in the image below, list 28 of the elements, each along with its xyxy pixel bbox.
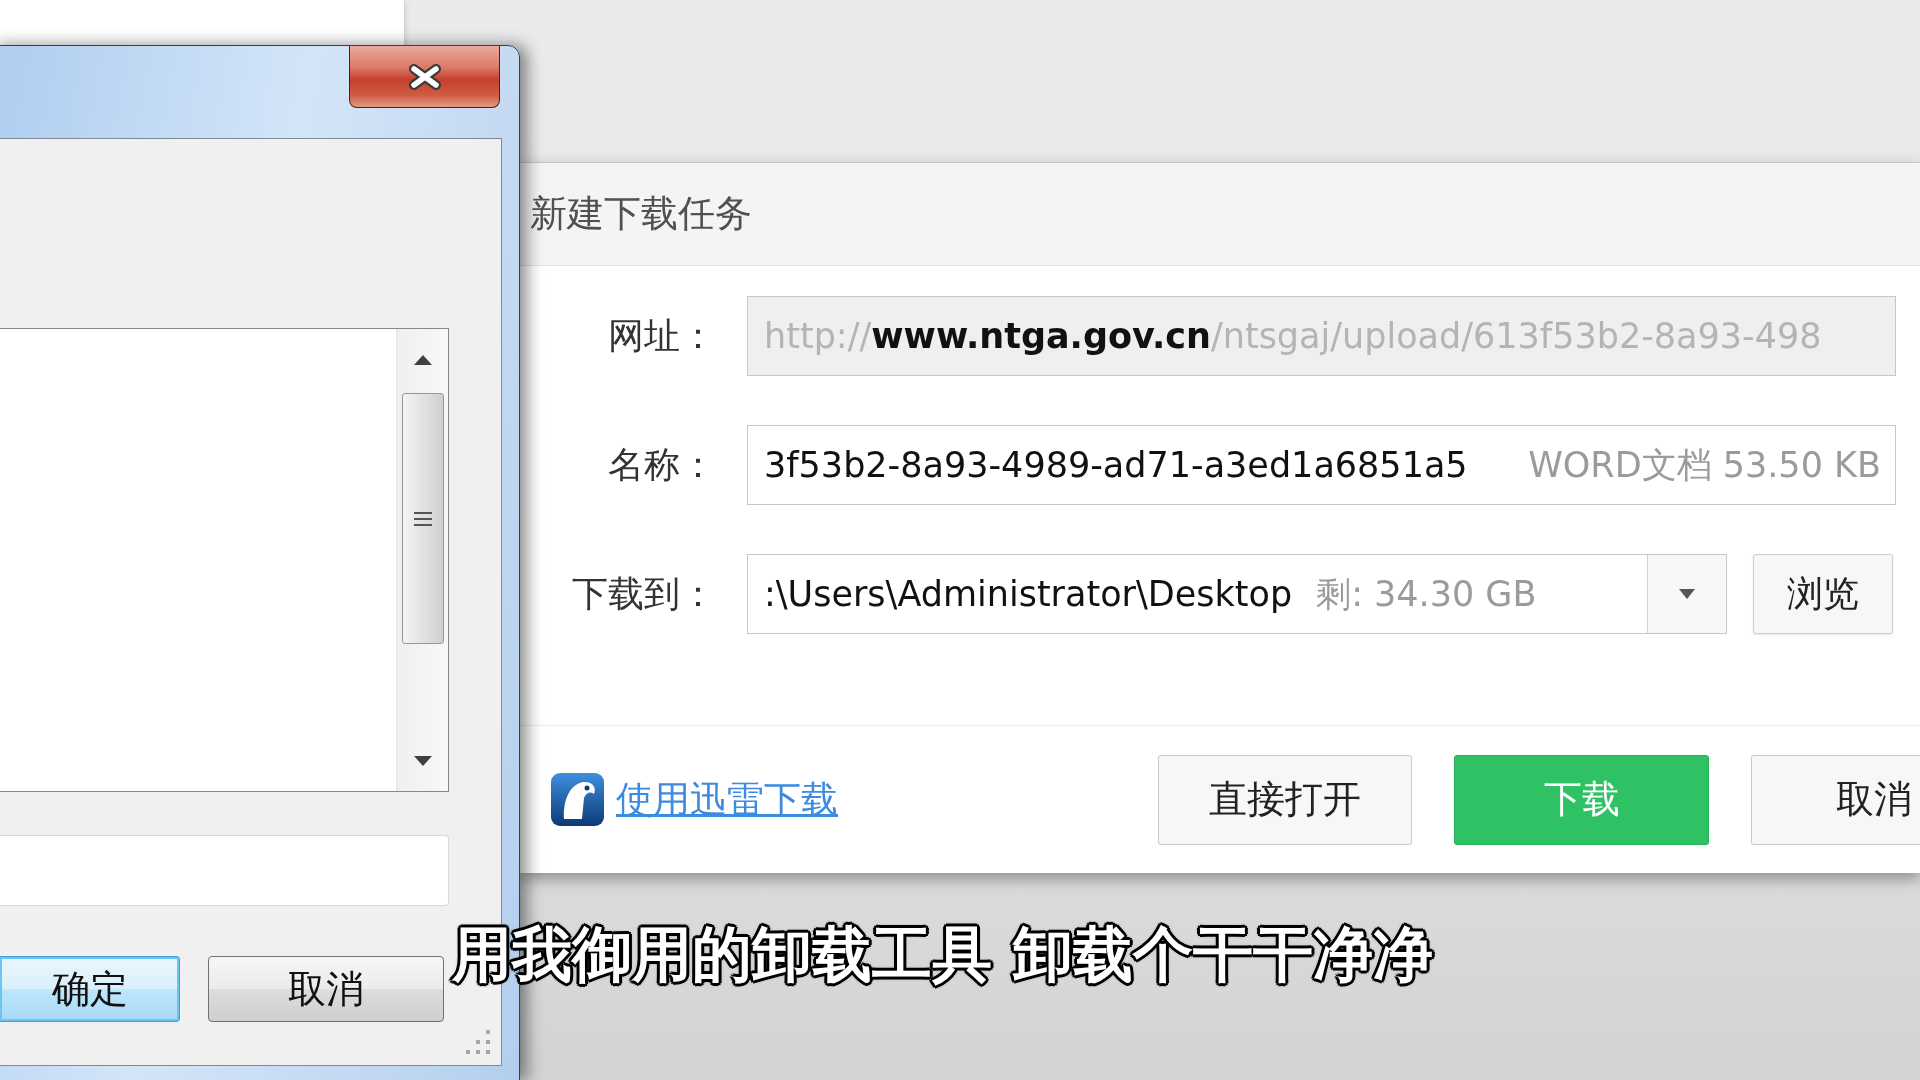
field-label: 下载到：	[571, 571, 716, 616]
file-name-text: 3f53b2-8a93-4989-ad71-a3ed1a6851a5	[764, 445, 1468, 485]
close-button[interactable]	[349, 46, 500, 108]
field-label: 名称：	[607, 442, 716, 487]
caret-icon	[1679, 589, 1695, 599]
dialog-button[interactable]: 取消	[1751, 754, 1920, 845]
field-label: 网址：	[607, 313, 716, 358]
dialog-title: 新建下载任务	[530, 191, 752, 237]
dialog-button[interactable]: 确定	[0, 956, 180, 1022]
dialog-button[interactable]: 直接打开	[1158, 754, 1412, 845]
grip-icon	[413, 511, 432, 526]
logo-icon	[551, 773, 604, 826]
name-field[interactable]: 3f53b2-8a93-4989-ad71-a3ed1a6851a5 WORD文档 53.50 KB	[747, 425, 1896, 505]
scroll-down-icon[interactable]	[413, 756, 432, 766]
scroll-thumb[interactable]	[401, 393, 444, 644]
resize-grip-icon[interactable]	[466, 1030, 490, 1054]
dialog-button[interactable]: 取消	[208, 956, 444, 1022]
scroll-up-icon[interactable]	[413, 355, 432, 365]
close-icon	[407, 62, 442, 91]
free-space-text: 剩: 34.30 GB	[1316, 572, 1537, 616]
input-field[interactable]	[0, 835, 449, 906]
file-info-text: WORD文档 53.50 KB	[1528, 443, 1881, 487]
text-link[interactable]: 使用迅雷下载	[616, 774, 838, 825]
dropdown-button[interactable]	[1647, 555, 1726, 633]
folder-path-text: :\Users\Administrator\Desktop	[764, 574, 1293, 614]
scrollbar[interactable]	[396, 329, 448, 791]
browse-button[interactable]: 浏览	[1753, 554, 1893, 634]
folder-combobox[interactable]: :\Users\Administrator\Desktop 剩: 34.30 GB	[747, 554, 1727, 634]
